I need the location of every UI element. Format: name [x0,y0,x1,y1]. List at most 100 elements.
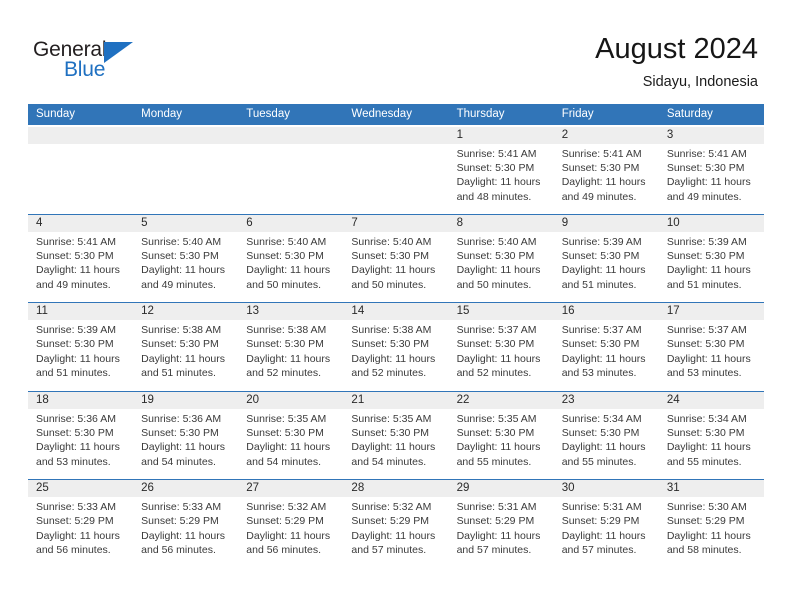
day-number: 30 [553,480,659,497]
sunset-text: Sunset: 5:30 PM [351,249,430,262]
calendar-day-cell[interactable]: 10 Sunrise: 5:39 AM Sunset: 5:30 PM Dayligh… [658,214,764,303]
calendar-day-cell[interactable]: 3 Sunrise: 5:41 AM Sunset: 5:30 PM Daylight… [658,126,764,214]
daylight-text: Daylight: 11 hours and 56 minutes. [246,529,331,557]
calendar-day-cell-empty [28,126,134,214]
sunset-text: Sunset: 5:30 PM [456,161,535,174]
calendar-day-cell[interactable]: 31 Sunrise: 5:30 AM Sunset: 5:29 PM Dayligh… [658,480,764,568]
sunset-text: Sunset: 5:30 PM [351,338,430,351]
daylight-text: Daylight: 11 hours and 56 minutes. [141,529,225,557]
day-details: Sunrise: 5:33 AM Sunset: 5:29 PM Daylight:… [28,497,133,558]
calendar-day-cell[interactable]: 6 Sunrise: 5:40 AM Sunset: 5:30 PM Daylight… [238,214,344,303]
brand-triangle-icon [104,42,133,63]
calendar-day-cell[interactable]: 15 Sunrise: 5:37 AM Sunset: 5:30 PM Dayligh… [448,303,554,391]
day-number: 27 [238,480,344,497]
calendar-day-cell[interactable]: 8 Sunrise: 5:40 AM Sunset: 5:30 PM Daylight… [448,214,554,303]
sunrise-text: Sunrise: 5:39 AM [36,324,116,336]
sunset-text: Sunset: 5:30 PM [456,426,535,439]
daylight-text: Daylight: 11 hours and 54 minutes. [141,441,225,468]
daylight-text: Daylight: 11 hours and 55 minutes. [666,441,751,468]
day-number: 26 [133,480,239,497]
calendar-day-cell[interactable]: 17 Sunrise: 5:37 AM Sunset: 5:30 PM Dayligh… [658,303,764,391]
calendar-grid: Sunday Monday Tuesday Wednesday Thursday… [28,104,764,568]
daylight-text: Daylight: 11 hours and 51 minutes. [561,264,646,291]
day-details: Sunrise: 5:35 AM Sunset: 5:30 PM Daylight:… [449,409,554,470]
calendar-day-cell[interactable]: 24 Sunrise: 5:34 AM Sunset: 5:30 PM Dayligh… [658,391,764,480]
day-number: 6 [238,214,344,232]
sunrise-text: Sunrise: 5:31 AM [456,501,537,513]
calendar-day-cell[interactable]: 27 Sunrise: 5:32 AM Sunset: 5:29 PM Dayligh… [238,480,344,568]
calendar-day-cell-empty [238,126,344,214]
weekday-header-friday: Friday [561,108,594,120]
sunset-text: Sunset: 5:30 PM [36,426,114,439]
day-number: 5 [133,214,239,232]
calendar-day-cell[interactable]: 11 Sunrise: 5:39 AM Sunset: 5:30 PM Dayligh… [28,303,134,391]
daylight-text: Daylight: 11 hours and 54 minutes. [351,441,436,468]
sunrise-text: Sunrise: 5:32 AM [351,501,432,513]
daylight-text: Daylight: 11 hours and 49 minutes. [561,176,646,203]
day-number: 19 [133,391,239,409]
day-number [28,126,134,144]
sunrise-text: Sunrise: 5:35 AM [351,412,432,425]
calendar-day-cell[interactable]: 1 Sunrise: 5:41 AM Sunset: 5:30 PM Daylight… [448,126,554,214]
calendar-day-cell[interactable]: 5 Sunrise: 5:40 AM Sunset: 5:30 PM Daylight… [133,214,239,303]
sunrise-text: Sunrise: 5:34 AM [561,412,642,425]
calendar-weeks: 1 Sunrise: 5:41 AM Sunset: 5:30 PM Daylight… [28,125,764,568]
day-details: Sunrise: 5:32 AM Sunset: 5:29 PM Daylight:… [343,497,448,558]
daylight-text: Daylight: 11 hours and 50 minutes. [246,264,331,291]
day-number: 17 [658,303,764,320]
day-number: 4 [28,214,134,232]
sunrise-text: Sunrise: 5:37 AM [456,324,537,336]
day-details: Sunrise: 5:38 AM Sunset: 5:30 PM Daylight:… [133,320,238,381]
day-details: Sunrise: 5:34 AM Sunset: 5:30 PM Daylight:… [659,409,764,470]
sunset-text: Sunset: 5:30 PM [351,426,430,439]
daylight-text: Daylight: 11 hours and 52 minutes. [456,352,541,380]
sunrise-text: Sunrise: 5:38 AM [351,324,432,336]
sunset-text: Sunset: 5:30 PM [561,426,640,439]
calendar-day-cell[interactable]: 18 Sunrise: 5:36 AM Sunset: 5:30 PM Dayligh… [28,391,134,480]
day-number: 31 [658,480,764,497]
calendar-day-cell[interactable]: 12 Sunrise: 5:38 AM Sunset: 5:30 PM Dayligh… [133,303,239,391]
sunrise-text: Sunrise: 5:33 AM [141,501,222,513]
calendar-day-cell[interactable]: 25 Sunrise: 5:33 AM Sunset: 5:29 PM Dayligh… [28,480,134,568]
sunset-text: Sunset: 5:30 PM [561,249,640,262]
calendar-day-cell[interactable]: 9 Sunrise: 5:39 AM Sunset: 5:30 PM Daylight… [553,214,659,303]
calendar-day-cell[interactable]: 13 Sunrise: 5:38 AM Sunset: 5:30 PM Dayligh… [238,303,344,391]
calendar-day-cell[interactable]: 7 Sunrise: 5:40 AM Sunset: 5:30 PM Daylight… [343,214,449,303]
calendar-day-cell[interactable]: 14 Sunrise: 5:38 AM Sunset: 5:30 PM Dayligh… [343,303,449,391]
brand-logo[interactable]: General Blue [33,38,153,86]
sunset-text: Sunset: 5:30 PM [666,249,745,262]
brand-name-blue: Blue [64,58,106,81]
sunrise-text: Sunrise: 5:40 AM [351,235,432,248]
calendar-day-cell[interactable]: 28 Sunrise: 5:32 AM Sunset: 5:29 PM Dayligh… [343,480,449,568]
calendar-day-cell[interactable]: 21 Sunrise: 5:35 AM Sunset: 5:30 PM Dayligh… [343,391,449,480]
day-details: Sunrise: 5:41 AM Sunset: 5:30 PM Daylight:… [449,144,554,205]
sunset-text: Sunset: 5:30 PM [141,338,219,351]
day-number: 2 [553,126,659,144]
sunset-text: Sunset: 5:30 PM [666,338,745,351]
sunset-text: Sunset: 5:30 PM [246,338,324,351]
sunset-text: Sunset: 5:30 PM [561,338,640,351]
calendar-day-cell[interactable]: 20 Sunrise: 5:35 AM Sunset: 5:30 PM Dayligh… [238,391,344,480]
calendar-day-cell[interactable]: 29 Sunrise: 5:31 AM Sunset: 5:29 PM Dayligh… [448,480,554,568]
sunrise-text: Sunrise: 5:38 AM [141,324,222,336]
day-number: 20 [238,391,344,409]
sunrise-text: Sunrise: 5:35 AM [456,412,537,425]
day-number: 1 [448,126,554,144]
sunrise-text: Sunrise: 5:33 AM [36,501,116,513]
calendar-day-cell[interactable]: 4 Sunrise: 5:41 AM Sunset: 5:30 PM Daylight… [28,214,134,303]
calendar-day-cell-empty [343,126,449,214]
day-number: 9 [553,214,659,232]
daylight-text: Daylight: 11 hours and 56 minutes. [36,529,120,557]
calendar-day-cell[interactable]: 22 Sunrise: 5:35 AM Sunset: 5:30 PM Dayligh… [448,391,554,480]
sunrise-text: Sunrise: 5:40 AM [456,235,537,248]
calendar-day-cell[interactable]: 2 Sunrise: 5:41 AM Sunset: 5:30 PM Daylight… [553,126,659,214]
calendar-day-cell[interactable]: 23 Sunrise: 5:34 AM Sunset: 5:30 PM Dayligh… [553,391,659,480]
calendar-day-cell[interactable]: 16 Sunrise: 5:37 AM Sunset: 5:30 PM Dayligh… [553,303,659,391]
day-number: 3 [658,126,764,144]
weekday-header-saturday: Saturday [666,108,713,120]
calendar-day-cell[interactable]: 26 Sunrise: 5:33 AM Sunset: 5:29 PM Dayligh… [133,480,239,568]
day-details: Sunrise: 5:39 AM Sunset: 5:30 PM Daylight:… [554,232,659,293]
sunset-text: Sunset: 5:30 PM [561,161,640,174]
calendar-day-cell[interactable]: 19 Sunrise: 5:36 AM Sunset: 5:30 PM Dayligh… [133,391,239,480]
calendar-day-cell[interactable]: 30 Sunrise: 5:31 AM Sunset: 5:29 PM Dayligh… [553,480,659,568]
